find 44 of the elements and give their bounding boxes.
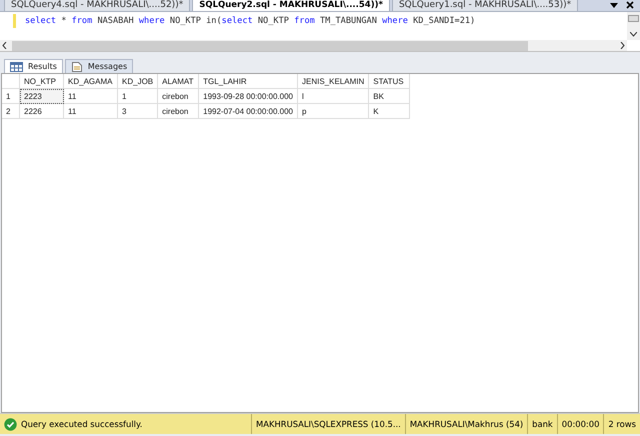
document-tab[interactable]: SQLQuery2.sql - MAKHRUSALI\....54))*: [192, 0, 390, 11]
column-header[interactable]: ALAMAT: [158, 74, 199, 88]
table-cell: 2226: [20, 104, 64, 118]
status-field: bank: [527, 414, 557, 434]
sql-query: select * from NASABAH where NO_KTP in(select NO_KTP from TM_TABUNGAN where KD_SANDI=21): [24, 15, 476, 28]
table-cell: 1992-07-04 00:00:00.000: [198, 104, 298, 118]
column-header[interactable]: JENIS_KELAMIN: [297, 74, 369, 88]
table-cell: K: [368, 104, 410, 118]
status-field: MAKHRUSALI\Makhrus (54): [404, 414, 528, 434]
column-header[interactable]: NO_KTP: [20, 74, 64, 88]
table-cell: cirebon: [158, 104, 199, 118]
table-cell: 3: [118, 104, 158, 118]
table-cell: l: [297, 88, 369, 104]
table-cell: BK: [368, 88, 410, 104]
status-field: MAKHRUSALI\SQLEXPRESS (10.5...: [251, 414, 405, 434]
document-tab[interactable]: SQLQuery1.sql - MAKHRUSALI\....53))*: [392, 0, 578, 11]
horizontal-scrollbar[interactable]: [0, 40, 627, 51]
change-marker: [13, 14, 16, 28]
scroll-left-icon[interactable]: [2, 42, 7, 49]
table-cell: 11: [64, 88, 118, 104]
code-editor[interactable]: select * from NASABAH where NO_KTP in(select NO_KTP from TM_TABUNGAN where KD_SANDI=21): [0, 11, 640, 51]
success-check-icon: [4, 418, 17, 430]
document-tab[interactable]: SQLQuery4.sql - MAKHRUSALI\....52))*: [4, 0, 190, 11]
status-field: 00:00:00: [556, 414, 604, 434]
table-cell: 11: [64, 104, 118, 118]
status-message: Query executed successfully.: [21, 419, 142, 429]
table-cell: cirebon: [158, 88, 199, 104]
column-header[interactable]: KD_JOB: [118, 74, 158, 88]
scroll-down-icon[interactable]: [630, 32, 637, 37]
column-header[interactable]: TGL_LAHIR: [198, 74, 298, 88]
vertical-scrollbar[interactable]: [627, 12, 640, 40]
results-tab[interactable]: Results: [4, 59, 63, 73]
row-number: 2: [2, 104, 20, 118]
results-tab[interactable]: Messages: [64, 59, 134, 73]
status-field: 2 rows: [603, 414, 640, 434]
scroll-right-icon[interactable]: [620, 42, 625, 49]
table-cell: 2223: [20, 88, 64, 104]
table-cell: p: [297, 104, 369, 118]
dropdown-icon[interactable]: [610, 2, 618, 8]
table-cell: 1: [118, 88, 158, 104]
table-cell: 1993-09-28 00:00:00.000: [198, 88, 298, 104]
column-header[interactable]: KD_AGAMA: [64, 74, 118, 88]
close-icon[interactable]: [626, 1, 634, 9]
column-header[interactable]: STATUS: [368, 74, 410, 88]
